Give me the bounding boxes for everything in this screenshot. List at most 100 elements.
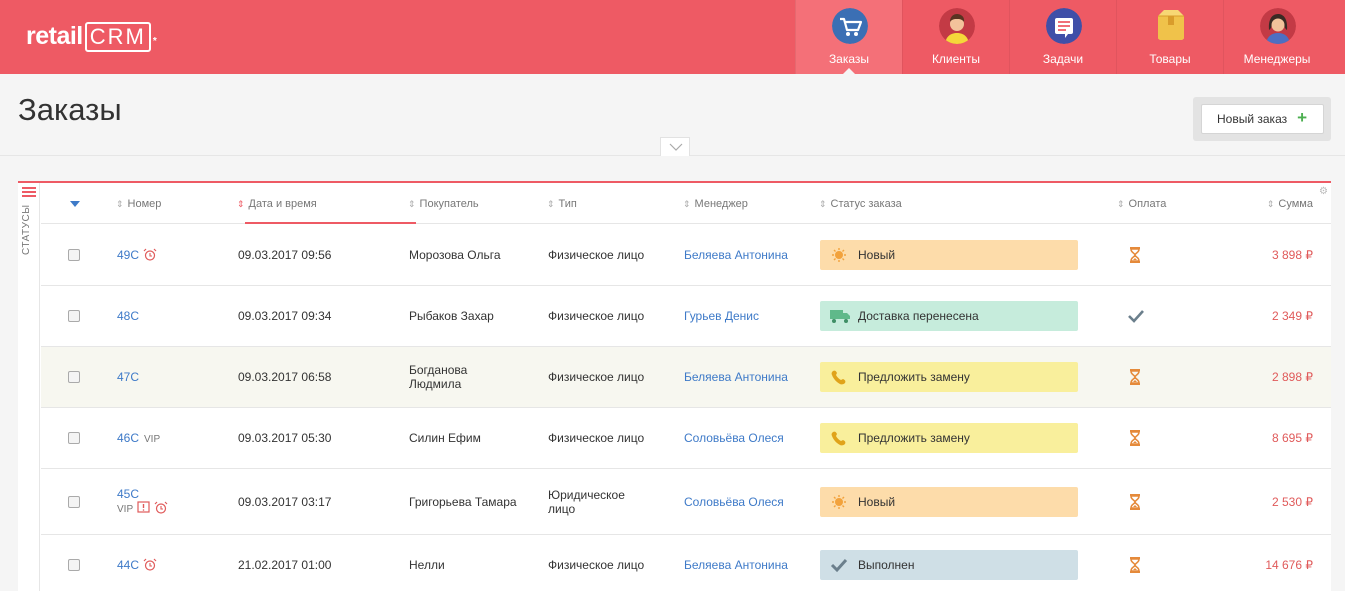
row-checkbox[interactable] bbox=[68, 559, 80, 571]
phone-icon bbox=[831, 431, 846, 446]
comment-icon bbox=[137, 500, 150, 513]
order-number-link[interactable]: 46С bbox=[117, 431, 139, 445]
nav-item-clients[interactable]: Клиенты bbox=[902, 0, 1009, 74]
order-number-link[interactable]: 49С bbox=[117, 248, 139, 262]
products-box-icon bbox=[1153, 8, 1189, 44]
nav-item-managers[interactable]: Менеджеры bbox=[1223, 0, 1330, 74]
status-label: Предложить замену bbox=[858, 431, 970, 445]
order-number-link[interactable]: 44С bbox=[117, 558, 139, 572]
order-sum: 2 530 ₽ bbox=[1272, 494, 1313, 509]
checkmark-icon bbox=[830, 558, 848, 573]
statuses-label: Статусы bbox=[21, 204, 32, 255]
client-type: Физическое лицо bbox=[548, 558, 645, 572]
manager-link[interactable]: Соловьёва Олеся bbox=[684, 431, 784, 445]
client-type: Физическое лицо bbox=[548, 431, 645, 445]
client-type: Физическое лицо bbox=[548, 248, 645, 262]
hourglass-icon bbox=[1130, 247, 1140, 263]
status-label: Новый bbox=[858, 494, 896, 509]
manager-link[interactable]: Беляева Антонина bbox=[684, 558, 788, 572]
lightbulb-icon bbox=[832, 248, 846, 262]
sort-icon: ⇕ bbox=[683, 199, 691, 209]
nav-item-orders[interactable]: Заказы bbox=[795, 0, 902, 74]
manager-link[interactable]: Беляева Антонина bbox=[684, 370, 788, 384]
statuses-sidebar-toggle[interactable]: Статусы bbox=[18, 183, 40, 591]
column-header-status[interactable]: ⇕ Статус заказа bbox=[819, 198, 902, 210]
lightbulb-icon bbox=[832, 494, 846, 509]
manager-link[interactable]: Беляева Антонина bbox=[684, 248, 788, 262]
select-dropdown-arrow-icon[interactable] bbox=[70, 201, 80, 207]
row-checkbox[interactable] bbox=[68, 310, 80, 322]
hourglass-icon bbox=[1130, 369, 1140, 385]
order-number-link[interactable]: 48С bbox=[117, 309, 139, 323]
sort-icon: ⇕ bbox=[547, 199, 555, 209]
order-status-badge[interactable]: Доставка перенесена bbox=[820, 301, 1078, 331]
sort-indicator bbox=[245, 222, 416, 224]
order-number-link[interactable]: 47С bbox=[117, 370, 139, 384]
table-row[interactable]: 49С 09.03.2017 09:56 Морозова Ольга Физичес… bbox=[41, 225, 1331, 286]
manager-avatar-icon bbox=[1260, 8, 1296, 44]
nav-label-orders: Заказы bbox=[828, 52, 870, 66]
nav-label-tasks: Задачи bbox=[1042, 52, 1084, 66]
table-row[interactable]: 46С VIP 09.03.2017 05:30 Силин Ефим Физическ… bbox=[41, 408, 1331, 469]
status-icon bbox=[830, 369, 848, 385]
column-label: Номер bbox=[127, 198, 162, 210]
client-type: Юридическое лицо bbox=[548, 487, 625, 516]
table-row[interactable]: 48С 09.03.2017 09:34 Рыбаков Захар Физическ… bbox=[41, 286, 1331, 347]
column-header-manager[interactable]: ⇕ Менеджер bbox=[683, 198, 748, 210]
column-label: Покупатель bbox=[419, 198, 479, 210]
sort-icon: ⇕ bbox=[1266, 199, 1275, 209]
order-date: 09.03.2017 06:58 bbox=[238, 370, 332, 384]
column-header-type[interactable]: ⇕ Тип bbox=[547, 198, 577, 210]
column-header-sum[interactable]: ⇕ Сумма bbox=[1267, 198, 1313, 210]
row-checkbox[interactable] bbox=[68, 495, 80, 508]
orders-table-panel: Статусы ⚙ ⇕ Номер ⇕ Дата и время ⇕ Покупате… bbox=[18, 181, 1331, 591]
order-number-cell: 47С bbox=[117, 370, 139, 384]
sort-icon: ⇕ bbox=[237, 199, 245, 209]
manager-link[interactable]: Гурьев Денис bbox=[684, 309, 759, 323]
status-label: Доставка перенесена bbox=[858, 309, 979, 323]
sort-icon: ⇕ bbox=[1117, 199, 1125, 209]
manager-link[interactable]: Соловьёва Олеся bbox=[684, 495, 784, 509]
order-status-badge[interactable]: Выполнен bbox=[820, 550, 1078, 580]
top-navigation-bar: retail CRM * Заказы Клиенты Задачи Товар… bbox=[0, 0, 1345, 74]
table-row[interactable]: 47С 09.03.2017 06:58 Богданова Людмила Физи… bbox=[41, 347, 1331, 408]
nav-item-products[interactable]: Товары bbox=[1116, 0, 1223, 74]
column-label: Менеджер bbox=[694, 198, 748, 210]
row-checkbox[interactable] bbox=[68, 249, 80, 261]
column-label: Дата и время bbox=[248, 198, 317, 210]
nav-label-products: Товары bbox=[1149, 52, 1191, 66]
order-number-cell: 48С bbox=[117, 309, 139, 323]
order-status-badge[interactable]: Предложить замену bbox=[820, 423, 1078, 453]
order-date: 09.03.2017 09:34 bbox=[238, 309, 332, 323]
nav-item-tasks[interactable]: Задачи bbox=[1009, 0, 1116, 74]
status-icon bbox=[830, 247, 848, 263]
column-header-buyer[interactable]: ⇕ Покупатель bbox=[408, 198, 479, 210]
retailcrm-logo[interactable]: retail CRM * bbox=[26, 22, 157, 52]
order-status-badge[interactable]: Новый bbox=[820, 240, 1078, 270]
payment-status bbox=[1127, 247, 1143, 263]
column-label: Статус заказа bbox=[830, 198, 902, 210]
order-date: 09.03.2017 05:30 bbox=[238, 431, 332, 445]
hamburger-icon bbox=[22, 187, 36, 198]
row-checkbox[interactable] bbox=[68, 432, 80, 444]
column-label: Оплата bbox=[1128, 198, 1167, 210]
order-number-cell: 44С bbox=[117, 558, 157, 572]
order-sum: 8 695 ₽ bbox=[1272, 431, 1313, 445]
table-row[interactable]: 45С VIP 09.03.2017 03:17 Григорьева Тамара Ю… bbox=[41, 469, 1331, 535]
column-header-payment[interactable]: ⇕ Оплата bbox=[1117, 198, 1166, 210]
payment-status bbox=[1127, 557, 1143, 573]
order-status-badge[interactable]: Новый bbox=[820, 486, 1078, 517]
column-header-date[interactable]: ⇕ Дата и время bbox=[237, 198, 317, 210]
filters-toggle[interactable] bbox=[660, 137, 690, 156]
order-date: 09.03.2017 09:56 bbox=[238, 248, 332, 262]
buyer-name: Нелли bbox=[409, 558, 445, 572]
hourglass-icon bbox=[1130, 557, 1140, 573]
order-number-link[interactable]: 45С bbox=[117, 487, 139, 501]
row-checkbox[interactable] bbox=[68, 371, 80, 383]
order-status-badge[interactable]: Предложить замену bbox=[820, 362, 1078, 392]
column-header-number[interactable]: ⇕ Номер bbox=[116, 198, 161, 210]
hourglass-icon bbox=[1130, 430, 1140, 446]
table-row[interactable]: 44С 21.02.2017 01:00 Нелли Физическое лицо Б… bbox=[41, 535, 1331, 591]
order-sum: 3 898 ₽ bbox=[1272, 248, 1313, 262]
new-order-button[interactable]: Новый заказ + bbox=[1201, 104, 1324, 134]
